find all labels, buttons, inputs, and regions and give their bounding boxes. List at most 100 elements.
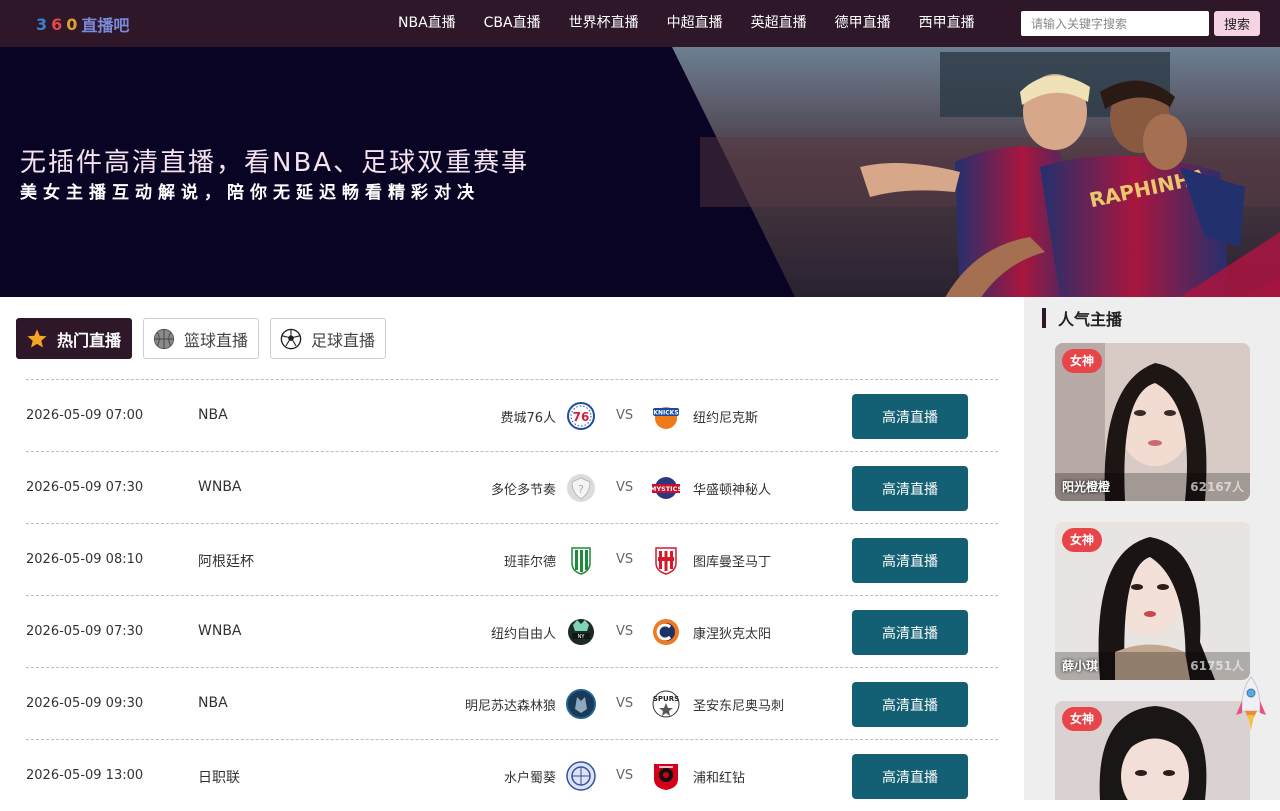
site-logo[interactable]: 3 6 0 直播吧 — [36, 13, 129, 36]
away-team-logo — [651, 617, 681, 647]
away-team-name: 康涅狄克太阳 — [693, 627, 772, 642]
away-team-name: 纽约尼克斯 — [693, 411, 759, 426]
watch-hd-live-button[interactable]: 高清直播 — [852, 754, 968, 799]
banner-subtitle: 美女主播互动解说，陪你无延迟畅看精彩对决 — [20, 183, 480, 203]
anchor-badge: 女神 — [1062, 349, 1102, 373]
home-team-name: 明尼苏达森林狼 — [464, 699, 556, 714]
match-time: 2026-05-09 07:30 — [26, 480, 144, 495]
home-team-logo: ? — [566, 473, 596, 503]
match-league: 阿根廷杯 — [198, 554, 254, 570]
vs-label: VS — [616, 408, 634, 423]
watch-hd-live-button[interactable]: 高清直播 — [852, 394, 968, 439]
tab-label: 热门直播 — [57, 330, 122, 350]
anchor-badge: 女神 — [1062, 528, 1102, 552]
away-team-name: 图库曼圣马丁 — [693, 555, 772, 570]
sidebar-header-bar — [1042, 308, 1046, 328]
watch-hd-live-button[interactable]: 高清直播 — [852, 538, 968, 583]
nav-item-epl[interactable]: 英超直播 — [737, 0, 821, 47]
away-team-logo — [651, 761, 681, 791]
nav-item-cba[interactable]: CBA直播 — [470, 0, 555, 47]
svg-text:?: ? — [578, 483, 584, 496]
back-to-top-rocket-icon[interactable] — [1236, 675, 1266, 735]
sidebar-header: 人气主播 — [1042, 307, 1122, 329]
away-team-logo — [651, 545, 681, 575]
nav-item-world-cup[interactable]: 世界杯直播 — [555, 0, 653, 47]
search-button[interactable]: 搜索 — [1214, 11, 1260, 36]
match-time: 2026-05-09 07:30 — [26, 624, 144, 639]
match-row: 2026-05-09 13:00 日职联 水户蜀葵 VS 浦和红钻 高清直播 — [26, 739, 998, 811]
svg-text:KNICKS: KNICKS — [653, 410, 678, 417]
main-nav: NBA直播 CBA直播 世界杯直播 中超直播 英超直播 德甲直播 西甲直播 — [384, 0, 989, 47]
match-time: 2026-05-09 13:00 — [26, 768, 144, 783]
anchor-badge: 女神 — [1062, 707, 1102, 731]
away-team-name: 圣安东尼奥马刺 — [693, 699, 785, 714]
banner-title: 无插件高清直播，看NBA、足球双重赛事 — [20, 148, 530, 178]
away-team-name: 华盛顿神秘人 — [693, 483, 772, 498]
match-league: NBA — [198, 695, 228, 711]
home-team-name: 费城76人 — [500, 411, 556, 426]
match-list: 2026-05-09 07:00 NBA 费城76人 76 VS KNICKS 纽约尼克斯高… — [26, 379, 998, 811]
match-time: 2026-05-09 08:10 — [26, 552, 144, 567]
match-row: 2026-05-09 07:30 WNBA 纽约自由人 NY VS 康涅狄克太阳 高清直播 — [26, 595, 998, 667]
tab-soccer-live[interactable]: 足球直播 — [270, 318, 387, 359]
vs-label: VS — [616, 768, 634, 783]
home-team-logo — [566, 689, 596, 719]
home-team-name: 班菲尔德 — [503, 555, 556, 570]
nav-item-laliga[interactable]: 西甲直播 — [905, 0, 989, 47]
anchor-name: 阳光橙橙 — [1062, 480, 1111, 494]
away-team-logo: MYSTICS — [650, 473, 682, 503]
match-row: 2026-05-09 08:10 阿根廷杯 班菲尔德 VS 图库曼圣马丁 高清直播 — [26, 523, 998, 595]
vs-label: VS — [616, 624, 634, 639]
vs-label: VS — [616, 696, 634, 711]
match-row: 2026-05-09 07:30 WNBA 多伦多节奏? VS MYSTICS 华盛顿神秘… — [26, 451, 998, 523]
tab-hot-live[interactable]: 热门直播 — [16, 318, 133, 359]
nav-item-bundesliga[interactable]: 德甲直播 — [821, 0, 905, 47]
match-league: NBA — [198, 407, 228, 423]
watch-hd-live-button[interactable]: 高清直播 — [852, 610, 968, 655]
match-league: 日职联 — [198, 770, 240, 786]
sidebar-title: 人气主播 — [1058, 310, 1123, 329]
match-time: 2026-05-09 07:00 — [26, 408, 144, 423]
away-team-name: 浦和红钻 — [693, 771, 746, 786]
svg-text:NY: NY — [578, 634, 586, 640]
svg-text:76: 76 — [573, 410, 590, 424]
nav-item-csl[interactable]: 中超直播 — [653, 0, 737, 47]
tab-label: 足球直播 — [311, 330, 376, 350]
away-team-logo: SPURS — [651, 689, 681, 719]
anchor-card[interactable]: 女神 薛小琪 61751人 — [1055, 522, 1250, 680]
watch-hd-live-button[interactable]: 高清直播 — [852, 466, 968, 511]
home-team-logo: NY — [566, 617, 596, 647]
match-row: 2026-05-09 09:30 NBA 明尼苏达森林狼 VS SPURS 圣安东尼奥马刺… — [26, 667, 998, 739]
anchor-viewer-count: 62167人 — [1190, 480, 1244, 494]
soccer-ball-icon — [279, 327, 303, 351]
anchor-card[interactable]: 女神 阳光橙橙 62167人 — [1055, 343, 1250, 501]
category-tabs: 热门直播 篮球直播 足球直播 — [16, 318, 387, 359]
home-team-logo — [566, 545, 596, 575]
vs-label: VS — [616, 480, 634, 495]
svg-text:MYSTICS: MYSTICS — [651, 485, 681, 493]
site-header: 3 6 0 直播吧 NBA直播 CBA直播 世界杯直播 中超直播 英超直播 德甲… — [0, 0, 1280, 47]
home-team-logo — [566, 761, 596, 791]
basketball-icon — [152, 327, 176, 351]
tab-label: 篮球直播 — [184, 330, 249, 350]
nav-item-nba[interactable]: NBA直播 — [384, 0, 470, 47]
match-row: 2026-05-09 07:00 NBA 费城76人 76 VS KNICKS 纽约尼克斯 高… — [26, 379, 998, 451]
anchor-name: 薛小琪 — [1062, 659, 1099, 673]
match-time: 2026-05-09 09:30 — [26, 696, 144, 711]
anchor-card[interactable]: 女神 — [1055, 701, 1250, 800]
home-team-name: 纽约自由人 — [490, 627, 556, 642]
hero-banner[interactable]: RAPHINHA 无插件高清直播，看NBA、足球双重赛事 美女主播互动解说，陪你… — [0, 47, 1280, 297]
match-league: WNBA — [198, 623, 242, 639]
home-team-name: 多伦多节奏 — [490, 483, 556, 498]
home-team-logo: 76 — [566, 401, 596, 431]
anchor-viewer-count: 61751人 — [1190, 659, 1244, 673]
vs-label: VS — [616, 552, 634, 567]
match-league: WNBA — [198, 479, 242, 495]
star-icon — [25, 327, 49, 351]
svg-text:SPURS: SPURS — [653, 695, 679, 703]
away-team-logo: KNICKS — [651, 401, 681, 431]
watch-hd-live-button[interactable]: 高清直播 — [852, 682, 968, 727]
search-input[interactable] — [1021, 11, 1209, 36]
tab-basketball-live[interactable]: 篮球直播 — [143, 318, 260, 359]
home-team-name: 水户蜀葵 — [503, 771, 556, 786]
